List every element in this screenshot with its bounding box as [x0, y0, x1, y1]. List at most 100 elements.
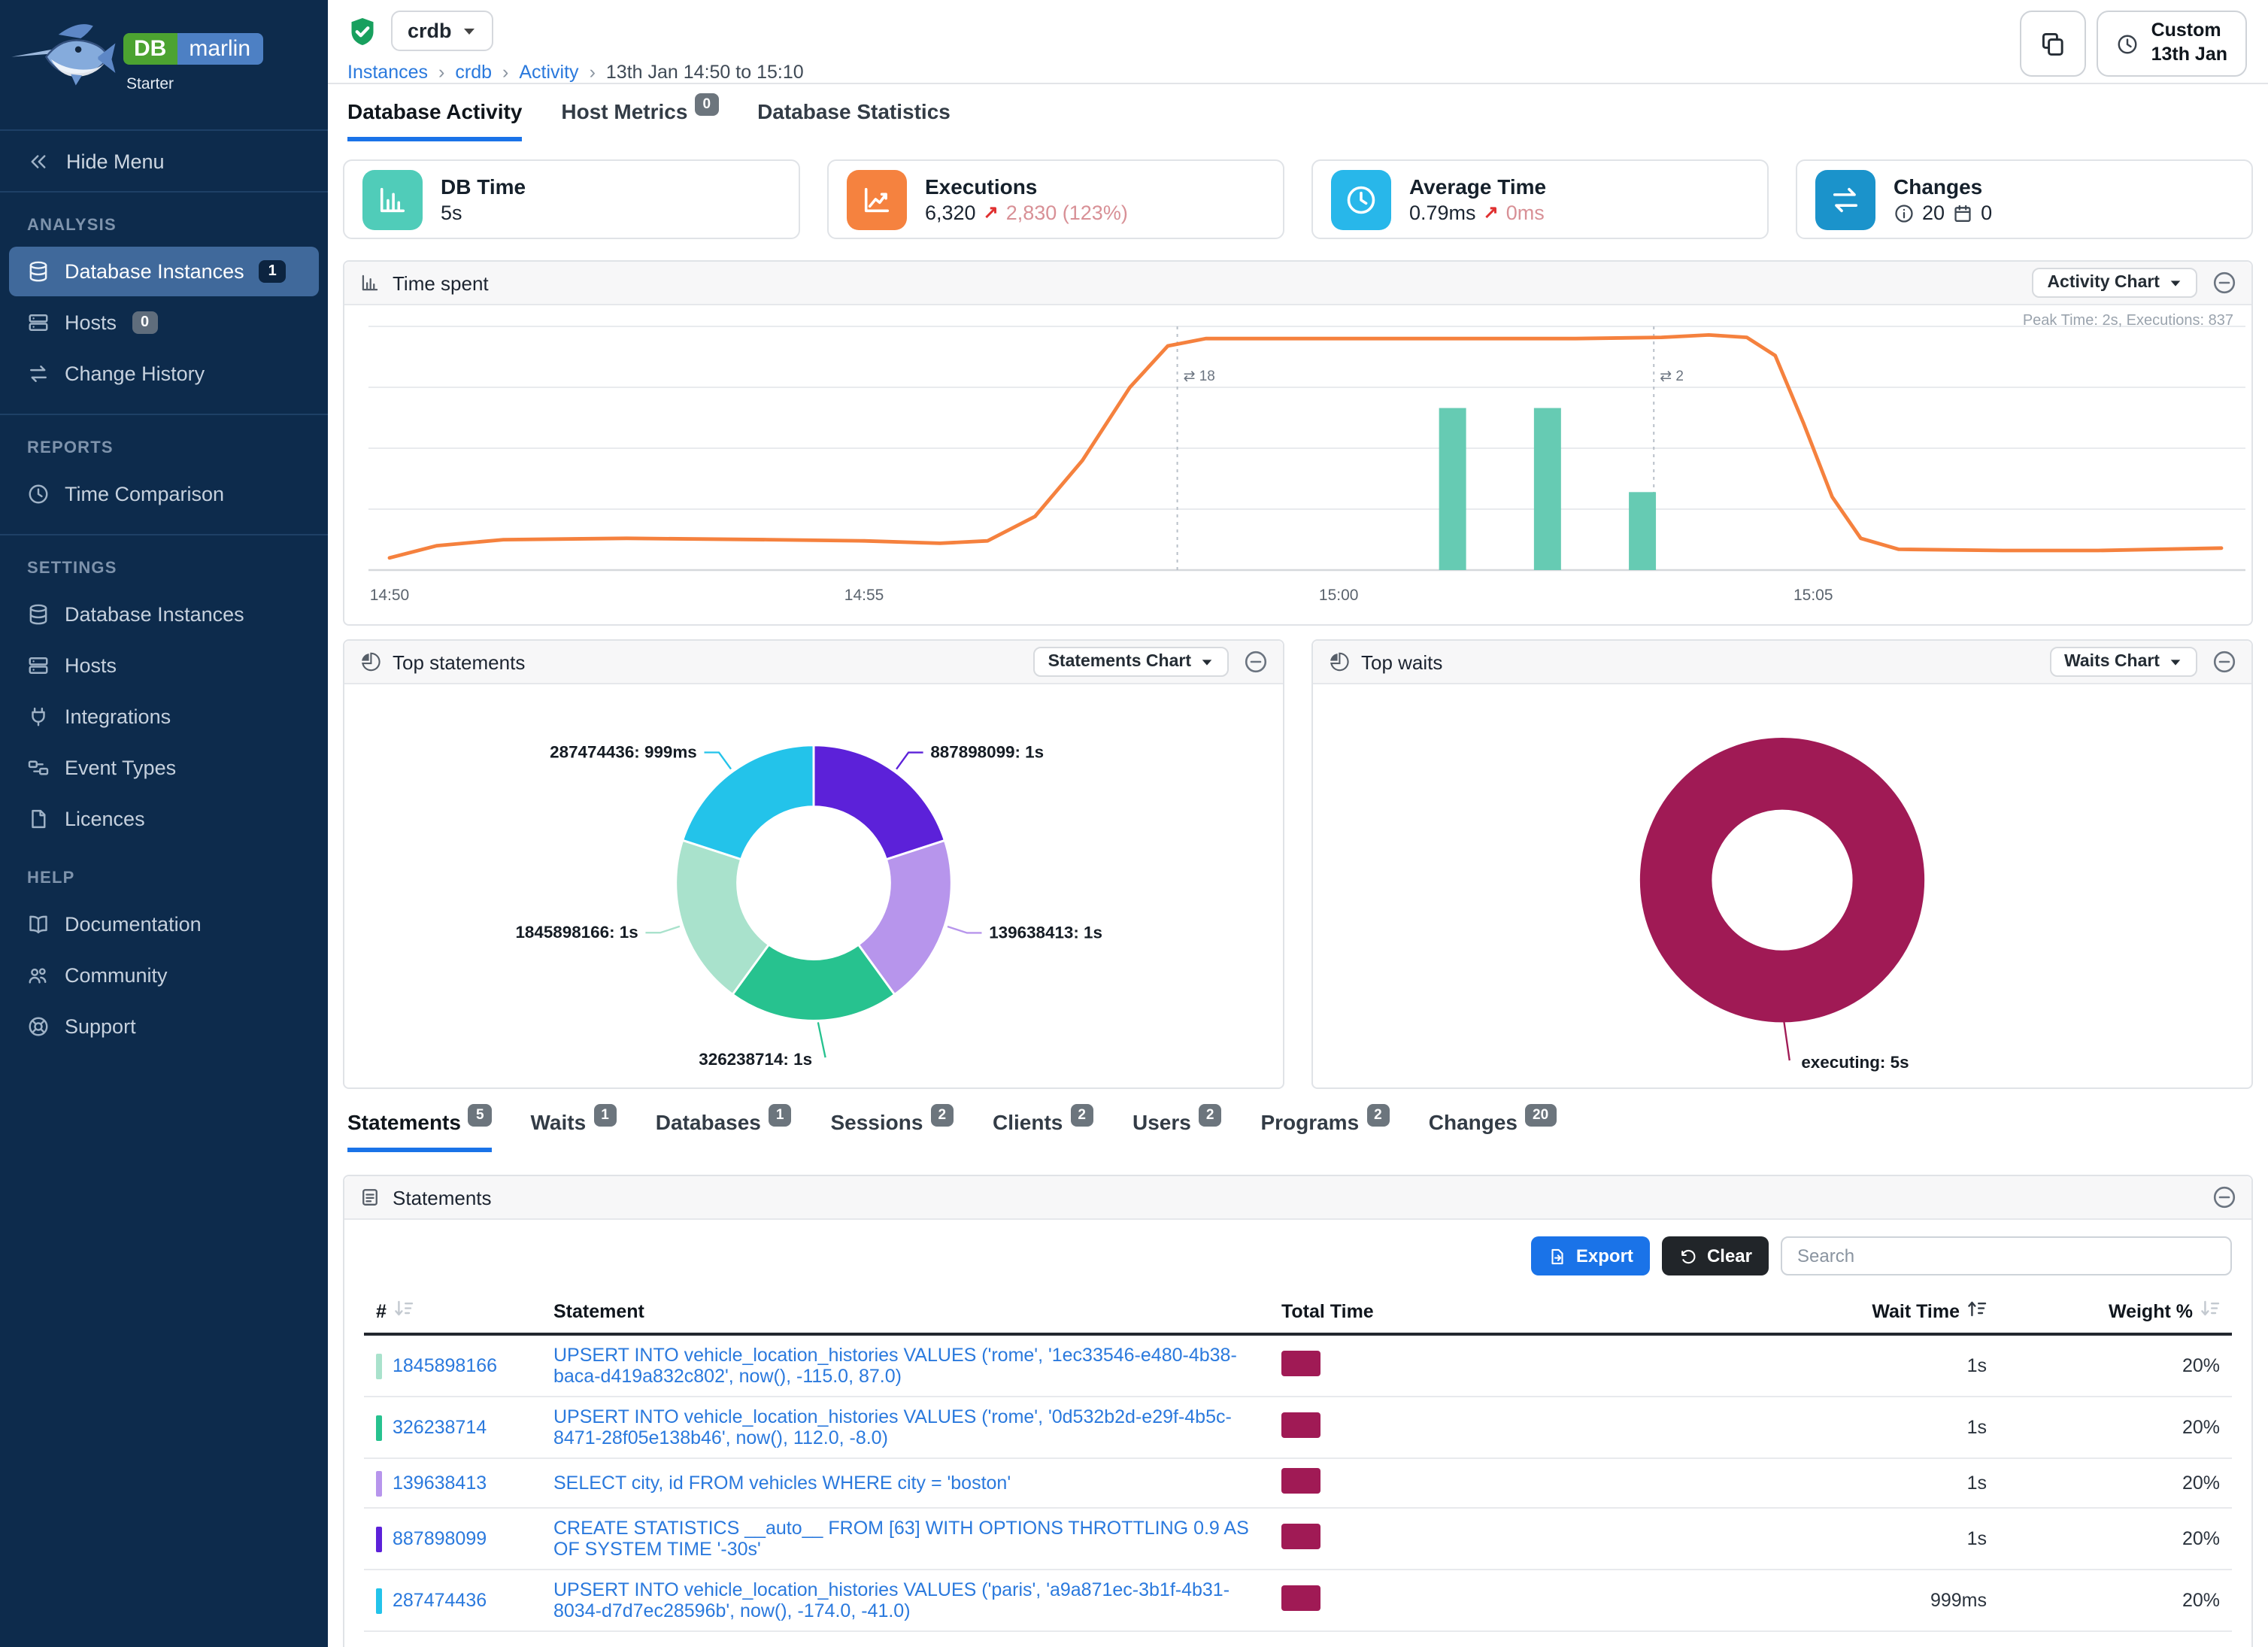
bar-chart-icon — [359, 272, 381, 293]
breadcrumb-separator: › — [590, 62, 596, 83]
column-header-wait-time[interactable]: Wait Time — [1623, 1289, 1999, 1334]
svg-text:14:55: 14:55 — [844, 587, 884, 604]
sidebar-item-hosts[interactable]: Hosts0 — [9, 298, 319, 347]
sidebar-item-database-instances[interactable]: Database Instances — [9, 590, 319, 639]
count-badge: 2 — [930, 1104, 954, 1127]
breadcrumb-link-activity[interactable]: Activity — [519, 62, 578, 83]
sidebar-item-event-types[interactable]: Event Types — [9, 743, 319, 793]
svg-text:15:05: 15:05 — [1793, 587, 1833, 604]
statement-id-link[interactable]: 139638413 — [393, 1473, 487, 1494]
statement-id-link[interactable]: 287474436 — [393, 1590, 487, 1611]
search-input[interactable] — [1781, 1236, 2232, 1275]
nav-section-settings: SETTINGSDatabase InstancesHostsIntegrati… — [0, 534, 328, 844]
wait-time-value: 999ms — [1623, 1570, 1999, 1631]
waits-chart-select[interactable]: Waits Chart — [2049, 647, 2197, 677]
breadcrumb-link-instances[interactable]: Instances — [347, 62, 428, 83]
collapse-icon[interactable] — [1244, 650, 1268, 674]
statement-link[interactable]: SELECT city, id FROM vehicles WHERE city… — [553, 1473, 1011, 1494]
column-header-total-time[interactable]: Total Time — [1269, 1289, 1623, 1334]
sidebar-nav: ANALYSISDatabase Instances1Hosts0Change … — [0, 193, 328, 1053]
card-value: 200 — [1894, 200, 1992, 226]
nav-section-analysis: ANALYSISDatabase Instances1Hosts0Change … — [0, 193, 328, 399]
instance-selector[interactable]: crdb — [391, 11, 494, 51]
column-header-weight[interactable]: Weight % — [1999, 1289, 2232, 1334]
sidebar-item-change-history[interactable]: Change History — [9, 349, 319, 399]
tab-label: Database Activity — [347, 99, 522, 123]
column-label: Statement — [553, 1300, 644, 1321]
statement-link[interactable]: CREATE STATISTICS __auto__ FROM [63] WIT… — [553, 1518, 1249, 1560]
tab-database-activity[interactable]: Database Activity — [347, 99, 522, 141]
column-label: Weight % — [2109, 1300, 2193, 1321]
statement-color-bar — [376, 1588, 382, 1613]
main-tabs: Database Activity Host Metrics0 Database S… — [328, 84, 2268, 141]
sidebar-item-support[interactable]: Support — [9, 1002, 319, 1051]
statement-link[interactable]: UPSERT INTO vehicle_location_histories V… — [553, 1345, 1237, 1387]
collapse-icon[interactable] — [2212, 271, 2236, 295]
card-title: Changes — [1894, 172, 1992, 199]
donut-label: 887898099: 1s — [930, 742, 1044, 761]
top-statements-panel: Top statements Statements Chart 88789809… — [343, 639, 1284, 1089]
tab-label: Databases — [656, 1110, 761, 1134]
trend-up-icon: ↗ — [1484, 202, 1499, 225]
statement-link[interactable]: UPSERT INTO vehicle_location_histories V… — [553, 1579, 1230, 1621]
collapse-icon[interactable] — [2212, 1185, 2236, 1209]
tab-waits[interactable]: Waits1 — [531, 1110, 617, 1152]
clear-button[interactable]: Clear — [1662, 1236, 1769, 1275]
sidebar-item-integrations[interactable]: Integrations — [9, 692, 319, 742]
sidebar-item-hosts[interactable]: Hosts — [9, 641, 319, 690]
statement-id-link[interactable]: 1845898166 — [393, 1355, 497, 1376]
detail-tabs: Statements5 Waits1 Databases1 Sessions2 Clie… — [343, 1110, 2253, 1152]
tab-users[interactable]: Users2 — [1132, 1110, 1221, 1152]
svg-text:14:50: 14:50 — [370, 587, 409, 604]
copy-button[interactable] — [2021, 11, 2087, 77]
breadcrumb-link-crdb[interactable]: crdb — [455, 62, 492, 83]
tab-databases[interactable]: Databases1 — [656, 1110, 792, 1152]
nav-section-title: REPORTS — [0, 415, 328, 468]
sidebar-item-documentation[interactable]: Documentation — [9, 899, 319, 949]
table-row: 287474436 UPSERT INTO vehicle_location_hi… — [364, 1570, 2232, 1631]
statements-chart-select[interactable]: Statements Chart — [1033, 647, 1229, 677]
time-range-button[interactable]: Custom 13th Jan — [2097, 11, 2247, 77]
sort-icon — [2200, 1300, 2220, 1322]
panel-title: Statements — [393, 1186, 492, 1209]
hide-menu-button[interactable]: Hide Menu — [0, 129, 328, 193]
tab-changes[interactable]: Changes20 — [1429, 1110, 1556, 1152]
tab-sessions[interactable]: Sessions2 — [830, 1110, 954, 1152]
table-body: 1845898166 UPSERT INTO vehicle_location_h… — [364, 1334, 2232, 1631]
caret-down-icon — [1200, 655, 1214, 669]
tab-host-metrics[interactable]: Host Metrics0 — [561, 99, 718, 141]
export-button[interactable]: Export — [1531, 1236, 1650, 1275]
column-header-statement[interactable]: Statement — [541, 1289, 1269, 1334]
column-header-[interactable]: # — [364, 1289, 541, 1334]
main-content: crdb Instances›crdb›Activity›13th Jan 14… — [328, 0, 2268, 1647]
card-sub-value: 0 — [1981, 200, 1992, 226]
tab-label: Programs — [1260, 1110, 1359, 1134]
sidebar-item-community[interactable]: Community — [9, 951, 319, 1000]
statement-id-link[interactable]: 326238714 — [393, 1417, 487, 1438]
metric-card-db-time[interactable]: DB Time5s — [343, 159, 800, 239]
dbmarlin-app: DB marlin Starter Hide Menu ANALYSISData… — [0, 0, 2268, 1647]
column-label: # — [376, 1300, 387, 1321]
sidebar-item-time-comparison[interactable]: Time Comparison — [9, 469, 319, 519]
card-delta: 0ms — [1506, 200, 1545, 226]
tab-statements[interactable]: Statements5 — [347, 1110, 492, 1152]
statement-id-link[interactable]: 887898099 — [393, 1528, 487, 1549]
activity-chart-select[interactable]: Activity Chart — [2032, 268, 2197, 298]
svg-text:⇄ 2: ⇄ 2 — [1660, 369, 1684, 384]
tab-database-statistics[interactable]: Database Statistics — [757, 99, 951, 141]
tab-programs[interactable]: Programs2 — [1260, 1110, 1389, 1152]
statement-link[interactable]: UPSERT INTO vehicle_location_histories V… — [553, 1406, 1232, 1448]
sidebar-item-licences[interactable]: Licences — [9, 794, 319, 844]
copy-icon — [2040, 30, 2067, 57]
sidebar-item-label: Event Types — [65, 757, 176, 779]
sidebar-item-database-instances[interactable]: Database Instances1 — [9, 247, 319, 296]
collapse-icon[interactable] — [2212, 650, 2236, 674]
weight-value: 20% — [1999, 1334, 2232, 1397]
metric-card-changes[interactable]: Changes200 — [1796, 159, 2253, 239]
metric-card-executions[interactable]: Executions6,320↗2,830 (123%) — [827, 159, 1284, 239]
metric-card-average-time[interactable]: Average Time0.79ms↗0ms — [1311, 159, 1769, 239]
total-time-bar — [1281, 1412, 1320, 1438]
breadcrumb-separator: › — [502, 62, 508, 83]
database-icon — [27, 260, 50, 283]
tab-clients[interactable]: Clients2 — [993, 1110, 1093, 1152]
